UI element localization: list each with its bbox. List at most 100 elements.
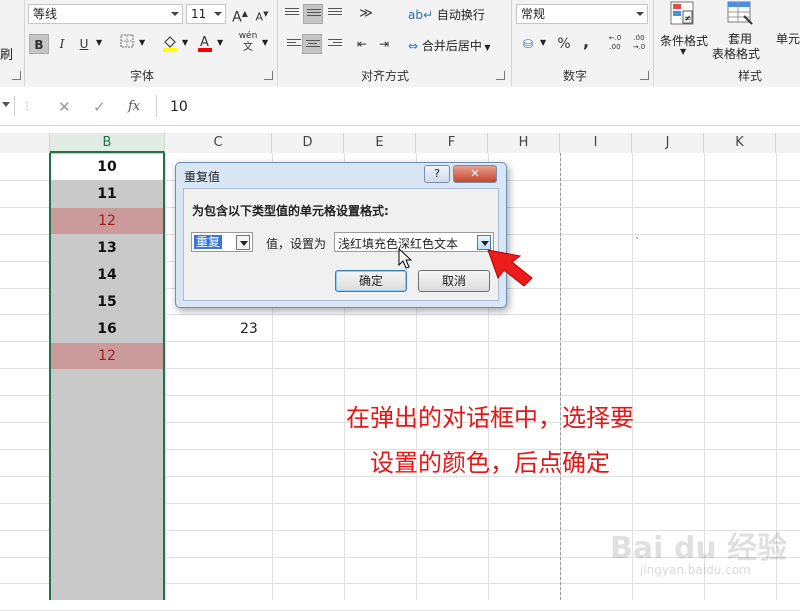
formula-bar: ⋮ ✕ ✓ fx 10 [0, 87, 800, 126]
red-arrow-icon [487, 249, 533, 287]
font-color-icon: A [198, 35, 212, 52]
percent-button[interactable]: % [554, 34, 574, 54]
cancel-icon[interactable]: ✕ [58, 98, 71, 116]
instruction-line-2: 设置的颜色，后点确定 [370, 449, 610, 477]
align-right-button[interactable] [325, 34, 345, 54]
cell-styles-button[interactable]: 单元 [770, 0, 800, 62]
chevron-down-icon[interactable]: ▼ [96, 38, 102, 47]
chevron-down-icon [2, 102, 10, 107]
paint-bucket-icon [163, 36, 177, 52]
stray-mark: ` [635, 237, 640, 248]
font-name-value: 等线 [33, 7, 58, 21]
column-header-d[interactable]: D [272, 133, 344, 153]
formula-divider [156, 95, 157, 117]
svg-text:≠: ≠ [684, 14, 692, 24]
cell-b-4[interactable]: 13 [50, 235, 164, 261]
border-icon [120, 34, 134, 48]
alignment-launcher-icon[interactable] [496, 71, 505, 80]
currency-icon: ⛁ [522, 37, 534, 51]
bold-button[interactable]: B [29, 34, 49, 54]
dialog-body: 为包含以下类型值的单元格设置格式: 重复 值，设置为 浅红填充色深红色文本 确定… [183, 188, 499, 301]
grow-font-icon: A [232, 9, 242, 26]
enter-icon[interactable]: ✓ [93, 98, 106, 116]
cell-b-2[interactable]: 11 [50, 181, 164, 207]
increase-decimal-button[interactable]: ←.0 .00 [604, 34, 626, 54]
cell-b-8[interactable]: 12 [50, 343, 164, 369]
underline-button[interactable]: U [74, 34, 94, 54]
border-button[interactable] [117, 34, 137, 54]
chevron-down-icon[interactable]: ▼ [540, 38, 546, 47]
number-launcher-icon[interactable] [640, 71, 649, 80]
close-button[interactable]: ✕ [453, 165, 497, 183]
grow-font-button[interactable]: A▲ [230, 4, 250, 26]
clipboard-launcher-icon[interactable] [12, 71, 21, 80]
watermark-brand: Bai du 经验 [610, 531, 788, 566]
mouse-cursor-icon [398, 248, 412, 269]
dialog-prompt: 为包含以下类型值的单元格设置格式: [192, 204, 389, 218]
column-header-j[interactable]: J [632, 133, 704, 153]
cell-b-6[interactable]: 15 [50, 289, 164, 315]
align-top-icon [285, 8, 299, 20]
conditional-format-button[interactable]: ≠ 条件格式 ▼ [658, 0, 710, 62]
font-name-combo[interactable]: 等线 [28, 4, 183, 24]
wrap-text-button[interactable]: ab↵ 自动换行 [408, 6, 485, 23]
insert-function-icon[interactable]: fx [128, 99, 140, 114]
align-left-button[interactable] [284, 34, 304, 54]
name-box[interactable] [0, 96, 15, 116]
phonetic-button[interactable]: wén 文 [236, 30, 260, 53]
value-type-select[interactable]: 重复 [191, 232, 253, 252]
help-button[interactable]: ? [424, 165, 450, 183]
orientation-button[interactable]: ≫ [356, 4, 376, 24]
increase-indent-button[interactable]: ⇥ [374, 34, 394, 54]
italic-button[interactable]: I [52, 34, 72, 54]
phonetic-icon: wén [238, 31, 258, 41]
shrink-font-button[interactable]: A▼ [252, 4, 272, 24]
align-top-button[interactable] [282, 4, 302, 24]
selection-border-left [49, 153, 51, 600]
font-color-button[interactable]: A [195, 34, 215, 54]
accounting-button[interactable]: ⛁ [518, 34, 538, 54]
formula-input[interactable]: 10 [170, 99, 188, 115]
decrease-indent-button[interactable]: ⇤ [352, 34, 372, 54]
format-select[interactable]: 浅红填充色深红色文本 [334, 232, 494, 252]
column-header-c[interactable]: C [165, 133, 272, 153]
column-header-k[interactable]: K [704, 133, 776, 153]
column-header-e[interactable]: E [344, 133, 416, 153]
chevron-down-icon[interactable]: ▼ [182, 38, 188, 47]
cell-b-1[interactable]: 10 [50, 154, 164, 180]
chevron-down-icon[interactable]: ▼ [217, 38, 223, 47]
chevron-down-icon [236, 235, 250, 250]
align-middle-icon [307, 9, 321, 21]
column-header-i[interactable]: I [560, 133, 632, 153]
alignment-group-label: 对齐方式 [360, 69, 409, 83]
align-middle-button[interactable] [303, 4, 323, 24]
format-painter-label[interactable]: 刷 [0, 44, 13, 63]
decrease-decimal-button[interactable]: .00 →.0 [628, 34, 650, 54]
column-header-b[interactable]: B [50, 133, 165, 153]
cell-b-5[interactable]: 14 [50, 262, 164, 288]
cell-b-7[interactable]: 16 [50, 316, 164, 342]
increase-indent-icon: ⇥ [378, 37, 390, 51]
number-format-combo[interactable]: 常规 [516, 4, 648, 24]
align-center-button[interactable] [302, 34, 322, 54]
chevron-down-icon [636, 12, 644, 16]
comma-button[interactable]: , [576, 32, 596, 52]
select-all-corner[interactable] [0, 133, 50, 153]
align-left-icon [287, 39, 301, 51]
merge-center-button[interactable]: ⇔ 合并后居中 ▼ [408, 37, 491, 54]
column-header-f[interactable]: F [416, 133, 488, 153]
chevron-down-icon[interactable]: ▼ [139, 38, 145, 47]
cancel-button[interactable]: 取消 [418, 270, 490, 292]
more-options-icon[interactable]: ⋮ [22, 101, 32, 112]
chevron-down-icon[interactable]: ▼ [262, 38, 268, 47]
cell-b-3[interactable]: 12 [50, 208, 164, 234]
cell-c7[interactable]: 23 [240, 321, 258, 337]
format-as-table-button[interactable]: 套用 表格格式 [712, 0, 764, 62]
svg-text:A: A [200, 35, 209, 50]
column-header-h[interactable]: H [488, 133, 560, 153]
align-bottom-button[interactable] [325, 4, 345, 24]
fill-color-button[interactable] [160, 34, 180, 54]
font-size-combo[interactable]: 11 [186, 4, 226, 24]
font-launcher-icon[interactable] [264, 71, 273, 80]
ok-button[interactable]: 确定 [335, 270, 407, 292]
